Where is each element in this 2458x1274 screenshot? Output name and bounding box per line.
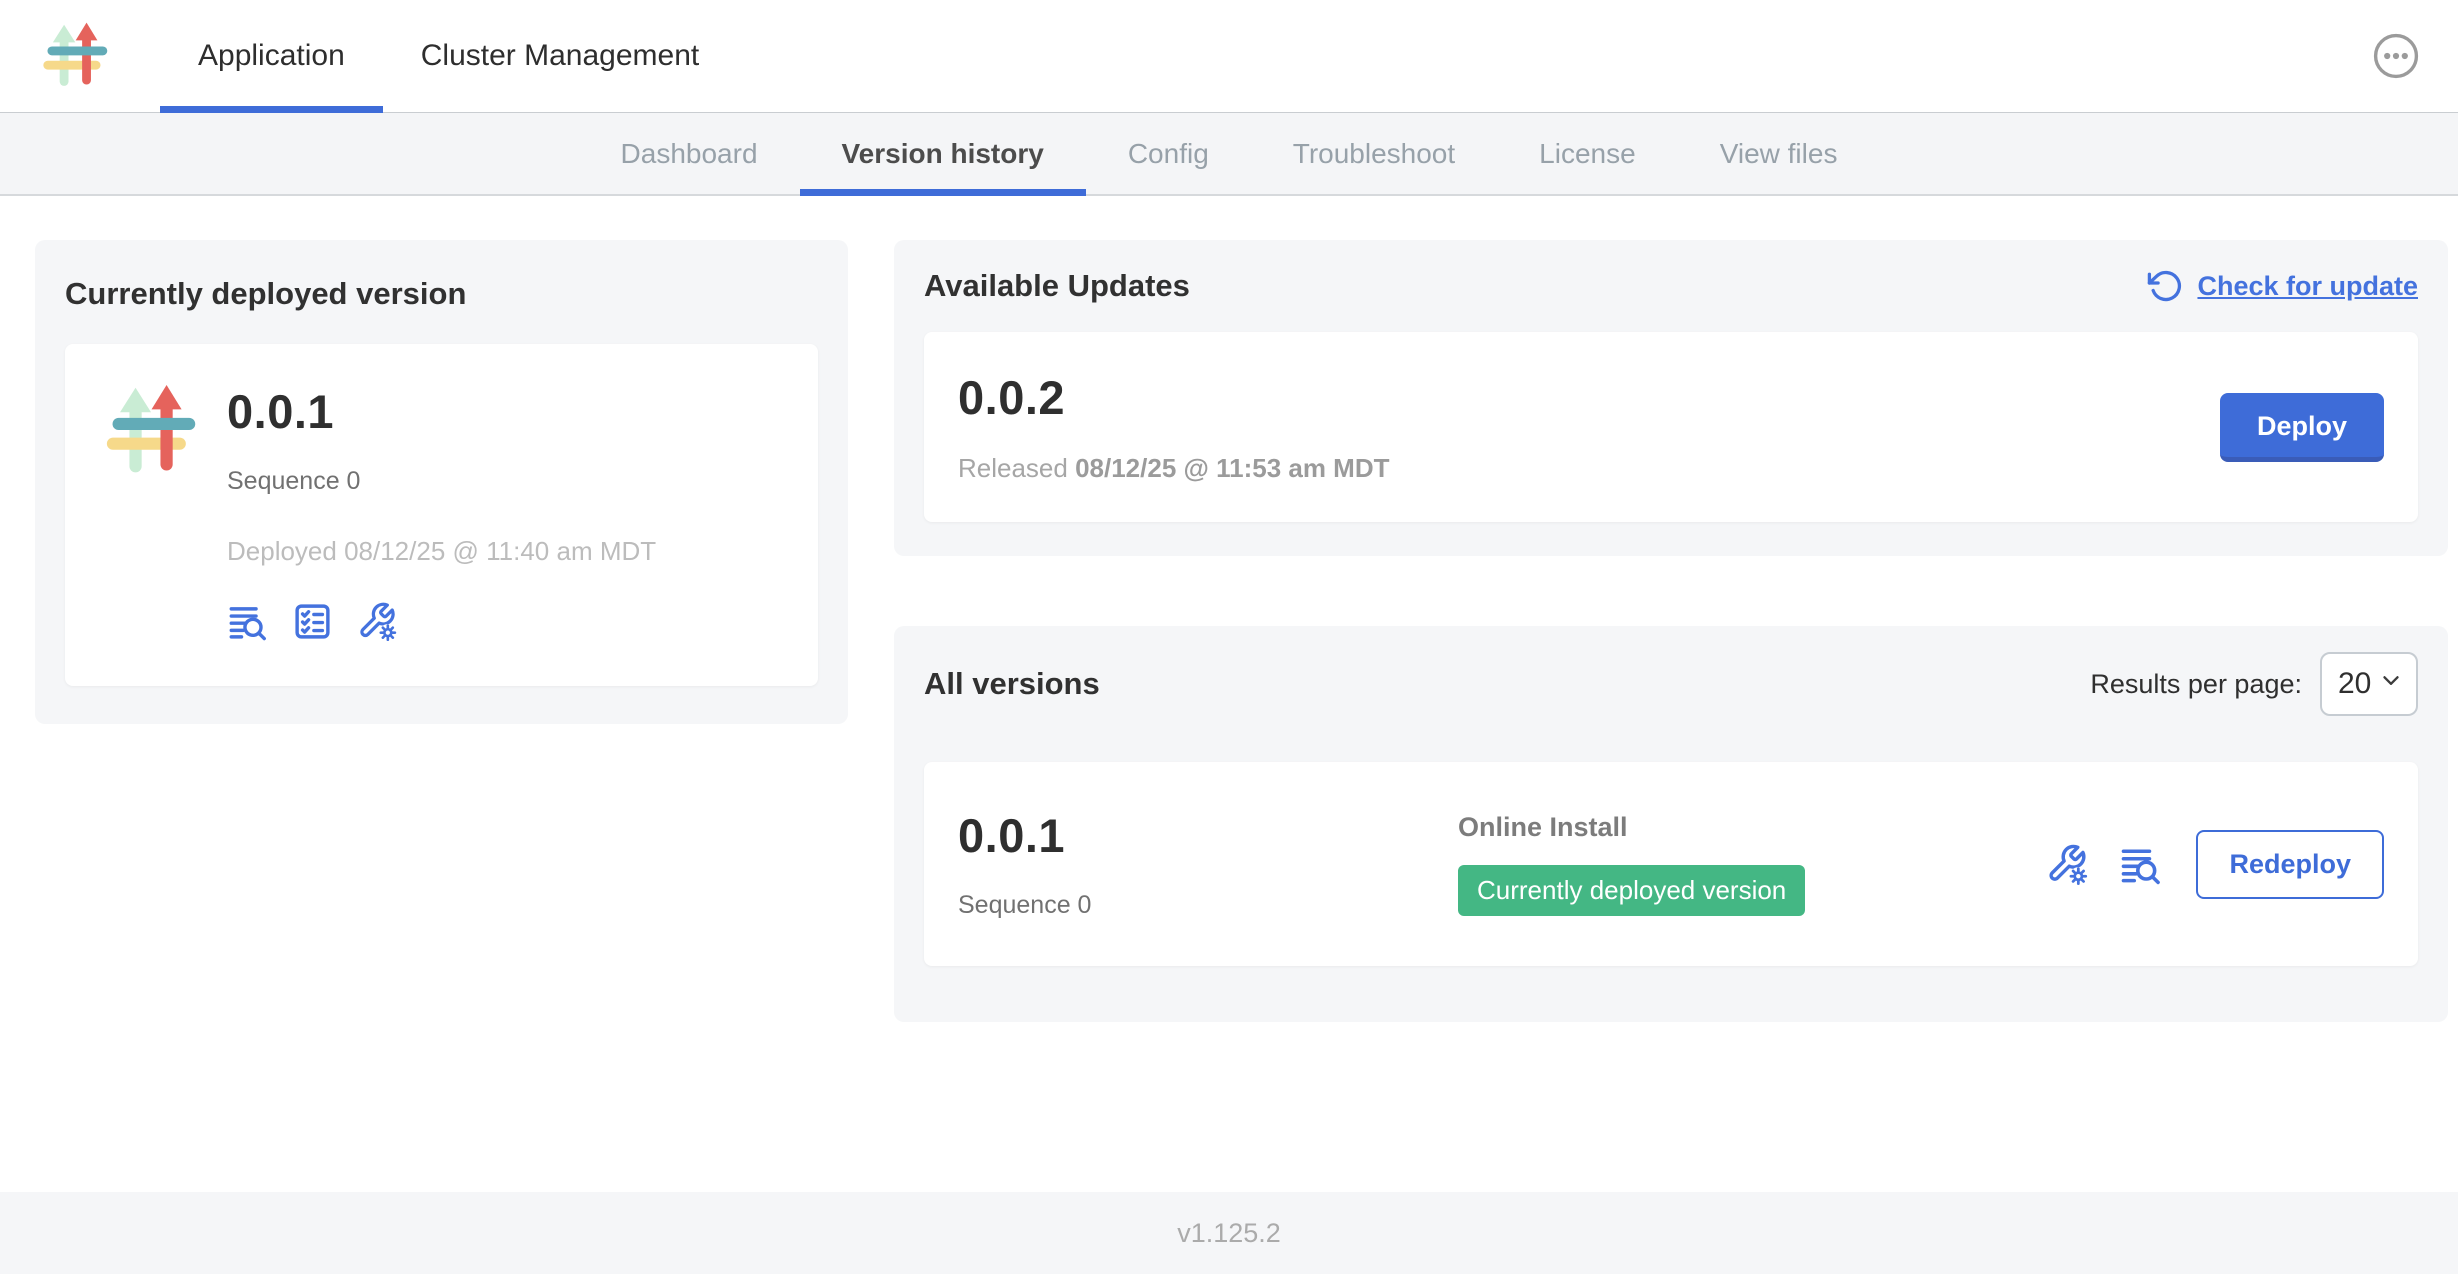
row-sequence: Sequence 0: [958, 891, 1458, 920]
available-updates-card: Available Updates Check for update: [894, 240, 2448, 556]
tab-dashboard[interactable]: Dashboard: [579, 113, 800, 194]
tab-version-history[interactable]: Version history: [800, 113, 1086, 194]
available-updates-header: Available Updates Check for update: [924, 268, 2418, 304]
row-version-number: 0.0.1: [958, 808, 1458, 863]
edit-config-icon[interactable]: [2046, 843, 2089, 886]
version-row-details: 0.0.1 Sequence 0: [958, 808, 1458, 920]
results-per-page-select[interactable]: 20: [2320, 652, 2418, 716]
preflight-checks-icon[interactable]: [292, 601, 333, 642]
results-per-page-label: Results per page:: [2090, 669, 2302, 700]
tab-license[interactable]: License: [1497, 113, 1678, 194]
tab-view-files[interactable]: View files: [1678, 113, 1880, 194]
deployed-version-panel: 0.0.1 Sequence 0 Deployed 08/12/25 @ 11:…: [65, 344, 818, 686]
results-per-page: Results per page: 20: [2090, 652, 2418, 716]
app-sub-nav: Dashboard Version history Config Trouble…: [0, 113, 2458, 196]
chevron-down-icon: [2378, 667, 2404, 701]
release-notes-icon[interactable]: [2119, 843, 2162, 886]
all-versions-header: All versions Results per page: 20: [924, 652, 2418, 716]
version-row: 0.0.1 Sequence 0 Online Install Currentl…: [924, 762, 2418, 966]
ellipsis-menu-icon[interactable]: [2372, 32, 2420, 80]
main-content: Currently deployed version 0.0.1 Sequenc…: [0, 196, 2458, 1192]
console-footer: v1.125.2: [0, 1192, 2458, 1274]
refresh-icon: [2147, 268, 2183, 304]
tab-config[interactable]: Config: [1086, 113, 1251, 194]
version-row-actions: Redeploy: [2046, 830, 2384, 899]
top-nav-bar: Application Cluster Management: [0, 0, 2458, 113]
all-versions-title: All versions: [924, 666, 1100, 702]
check-for-update-link[interactable]: Check for update: [2147, 268, 2418, 304]
available-updates-title: Available Updates: [924, 268, 1190, 304]
console-version: v1.125.2: [1177, 1218, 1281, 1249]
update-released-line: Released 08/12/25 @ 11:53 am MDT: [958, 453, 2220, 484]
app-logo-icon: [42, 0, 110, 112]
update-details: 0.0.2 Released 08/12/25 @ 11:53 am MDT: [958, 370, 2220, 484]
currently-deployed-title: Currently deployed version: [65, 276, 818, 312]
right-column: Available Updates Check for update: [894, 240, 2448, 1022]
deploy-button[interactable]: Deploy: [2220, 393, 2384, 462]
tab-application[interactable]: Application: [160, 0, 383, 112]
deployed-version-details: 0.0.1 Sequence 0 Deployed 08/12/25 @ 11:…: [227, 384, 656, 642]
version-row-status: Online Install Currently deployed versio…: [1458, 812, 2046, 916]
tab-cluster-management[interactable]: Cluster Management: [383, 0, 737, 112]
results-per-page-value: 20: [2338, 667, 2371, 701]
released-label: Released: [958, 453, 1075, 483]
topbar-spacer: [737, 0, 2372, 112]
tab-troubleshoot[interactable]: Troubleshoot: [1251, 113, 1497, 194]
update-version-number: 0.0.2: [958, 370, 2220, 425]
deployed-sequence: Sequence 0: [227, 467, 656, 496]
all-versions-card: All versions Results per page: 20: [894, 626, 2448, 1022]
install-type-label: Online Install: [1458, 812, 2046, 843]
released-timestamp: 08/12/25 @ 11:53 am MDT: [1075, 453, 1389, 483]
status-badge: Currently deployed version: [1458, 865, 1805, 916]
available-update-row: 0.0.2 Released 08/12/25 @ 11:53 am MDT D…: [924, 332, 2418, 522]
deployed-version-actions: [227, 601, 656, 642]
admin-console-page: Application Cluster Management Dashboard…: [0, 0, 2458, 1274]
app-logo-icon: [105, 384, 199, 642]
redeploy-button[interactable]: Redeploy: [2196, 830, 2384, 899]
deployed-version-number: 0.0.1: [227, 384, 656, 439]
deployed-timestamp: Deployed 08/12/25 @ 11:40 am MDT: [227, 536, 656, 567]
currently-deployed-card: Currently deployed version 0.0.1 Sequenc…: [35, 240, 848, 724]
release-notes-icon[interactable]: [227, 601, 268, 642]
edit-config-icon[interactable]: [357, 601, 398, 642]
check-for-update-label: Check for update: [2197, 271, 2418, 302]
